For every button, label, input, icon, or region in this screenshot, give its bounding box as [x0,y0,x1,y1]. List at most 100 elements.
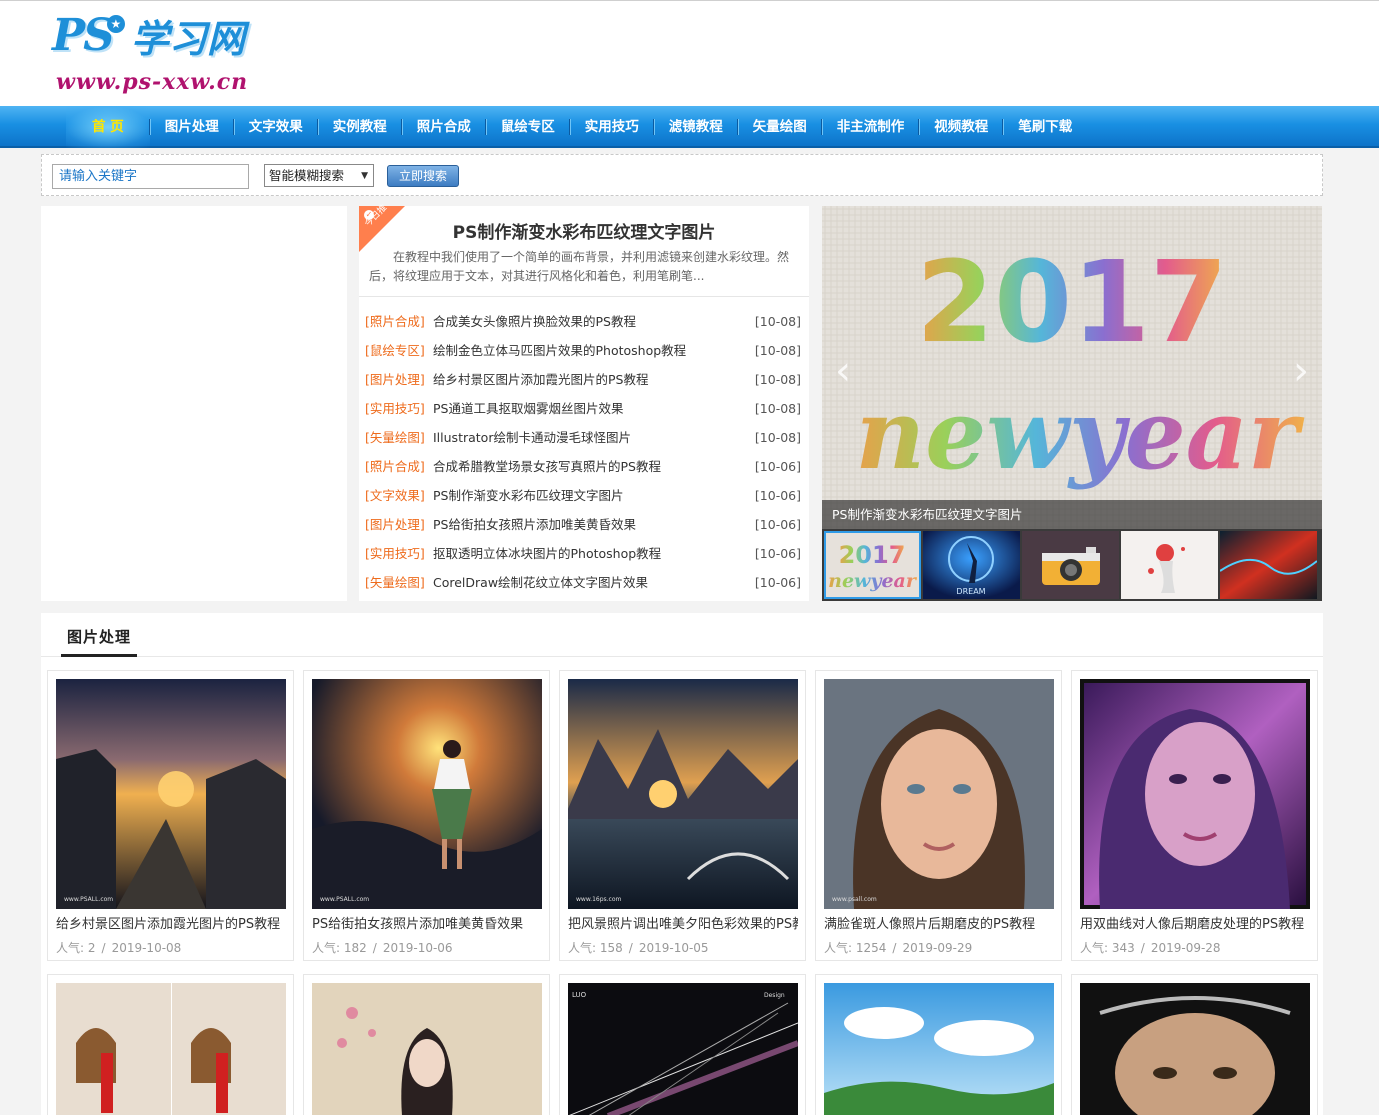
article-card[interactable] [47,974,294,1115]
card-image[interactable]: www.PSALL.com [56,679,286,909]
card-title[interactable]: 用双曲线对人像后期磨皮处理的PS教程 [1080,913,1310,932]
list-item[interactable]: [矢量绘图] CorelDraw绘制花纹立体文字图片效果 [10-06] [365,568,801,597]
views-count: 158 [599,941,623,955]
article-category[interactable]: [图片处理] [365,365,433,394]
article-date: [10-06] [754,517,801,532]
article-category[interactable]: [矢量绘图] [365,568,433,597]
slider-next-button[interactable]: › [1288,351,1314,391]
nav-item-brushes[interactable]: 笔刷下载 [1003,106,1087,148]
article-category[interactable]: [实用技巧] [365,394,433,423]
search-mode-select[interactable]: 智能模糊搜索 ▼ [264,164,374,187]
article-card[interactable]: www.PSALL.com PS给街拍女孩照片添加唯美黄昏效果 人气: 182/… [303,670,550,961]
article-card[interactable]: 用双曲线对人像后期磨皮处理的PS教程 人气: 343/2019-09-28 [1071,670,1318,961]
views-count: 1254 [855,941,887,955]
card-image[interactable]: LUO Design [568,983,798,1115]
search-input[interactable] [52,164,249,189]
article-title[interactable]: 合成美女头像照片换脸效果的PS教程 [433,307,751,336]
article-card[interactable] [815,974,1062,1115]
article-title[interactable]: 抠取透明立体冰块图片的Photoshop教程 [433,539,751,568]
list-item[interactable]: [照片合成] 合成美女头像照片换脸效果的PS教程 [10-08] [365,307,801,336]
featured-summary: 在教程中我们使用了一个简单的画布背景，并利用滤镜来创建水彩纹理。然后，将纹理应用… [369,250,790,283]
card-image[interactable]: www.psall.com [824,679,1054,909]
article-title[interactable]: CorelDraw绘制花纹立体文字图片效果 [433,568,751,597]
article-title[interactable]: PS通道工具抠取烟雾烟丝图片效果 [433,394,751,423]
card-meta: 人气: 343/2019-09-28 [1080,941,1221,955]
nav-item-filters[interactable]: 滤镜教程 [654,106,738,148]
list-item[interactable]: [实用技巧] 抠取透明立体冰块图片的Photoshop教程 [10-06] [365,539,801,568]
article-category[interactable]: [照片合成] [365,307,433,336]
nav-item-text-effects[interactable]: 文字效果 [234,106,318,148]
section-title[interactable]: 图片处理 [61,613,138,657]
nav-item-mouse-drawing[interactable]: 鼠绘专区 [486,106,570,148]
list-item[interactable]: [鼠绘专区] 绘制金色立体马匹图片效果的Photoshop教程 [10-08] [365,336,801,365]
article-category[interactable]: [实用技巧] [365,539,433,568]
article-card[interactable]: www.16ps.com 把风景照片调出唯美夕阳色彩效果的PS教程 人气: 15… [559,670,806,961]
article-category[interactable]: [鼠绘专区] [365,336,433,365]
card-watermark: www.PSALL.com [320,896,369,903]
article-category[interactable]: [文字效果] [365,481,433,510]
article-card[interactable] [303,974,550,1115]
card-image[interactable] [1080,679,1310,909]
nav-item-video[interactable]: 视频教程 [919,106,1004,148]
list-item[interactable]: [矢量绘图] Illustrator绘制卡通动漫毛球怪图片 [10-08] [365,423,801,452]
article-title[interactable]: 给乡村景区图片添加霞光图片的PS教程 [433,365,751,394]
slider-thumb-5[interactable] [1220,531,1317,599]
left-ad-box [41,206,347,601]
article-title[interactable]: PS给街拍女孩照片添加唯美黄昏效果 [433,510,751,539]
card-title[interactable]: PS给街拍女孩照片添加唯美黄昏效果 [312,913,542,932]
nav-item-compositing[interactable]: 照片合成 [402,106,486,148]
list-item[interactable]: [照片合成] 合成希腊教堂场景女孩写真照片的PS教程 [10-06] [365,452,801,481]
article-date: [10-08] [754,430,801,445]
article-date: [10-06] [754,575,801,590]
article-card[interactable]: www.PSALL.com 给乡村景区图片添加霞光图片的PS教程 人气: 2/2… [47,670,294,961]
article-title[interactable]: 合成希腊教堂场景女孩写真照片的PS教程 [433,452,751,481]
card-image[interactable] [56,983,286,1115]
card-image[interactable] [1080,983,1310,1115]
slider-thumb-4[interactable] [1121,531,1218,599]
views-label: 人气: [824,941,853,955]
nav-item-vector[interactable]: 矢量绘图 [738,106,822,148]
views-count: 2 [87,941,96,955]
article-title[interactable]: Illustrator绘制卡通动漫毛球怪图片 [433,423,751,452]
featured-title[interactable]: PS制作渐变水彩布匹纹理文字图片 [359,218,809,243]
article-title[interactable]: 绘制金色立体马匹图片效果的Photoshop教程 [433,336,751,365]
slider-prev-button[interactable]: ‹ [830,351,856,391]
nav-item-examples[interactable]: 实例教程 [318,106,402,148]
nav-item-photo-processing[interactable]: 图片处理 [150,106,234,148]
list-item[interactable]: [图片处理] 给乡村景区图片添加霞光图片的PS教程 [10-08] [365,365,801,394]
site-logo[interactable]: PS ★ 学习网 www.ps-xxw.cn [52,7,282,99]
star-icon: ★ [106,15,125,33]
search-mode-value: 智能模糊搜索 [269,168,345,183]
card-meta: 人气: 158/2019-10-05 [568,941,709,955]
list-item[interactable]: [文字效果] PS制作渐变水彩布匹纹理文字图片 [10-06] [365,481,801,510]
article-card[interactable]: LUO Design [559,974,806,1115]
slide-image[interactable]: 2017 newyear [822,206,1322,529]
views-label: 人气: [312,941,341,955]
article-title[interactable]: PS制作渐变水彩布匹纹理文字图片 [433,481,751,510]
card-image[interactable]: www.PSALL.com [312,679,542,909]
card-title[interactable]: 给乡村景区图片添加霞光图片的PS教程 [56,913,286,932]
nav-item-non-mainstream[interactable]: 非主流制作 [822,106,920,148]
card-image[interactable] [312,983,542,1115]
slider-thumb-1[interactable]: 2017 newyear [824,531,921,599]
search-button[interactable]: 立即搜索 [387,165,459,187]
article-category[interactable]: [图片处理] [365,510,433,539]
article-card[interactable]: www.psall.com 满脸雀斑人像照片后期磨皮的PS教程 人气: 1254… [815,670,1062,961]
card-date: 2019-09-28 [1150,941,1221,955]
nav-item-home[interactable]: 首 页 [66,106,150,148]
slide-caption[interactable]: PS制作渐变水彩布匹纹理文字图片 [822,500,1322,529]
card-title[interactable]: 满脸雀斑人像照片后期磨皮的PS教程 [824,913,1054,932]
article-card[interactable] [1071,974,1318,1115]
article-date: [10-08] [754,372,801,387]
slider-thumb-3[interactable] [1022,531,1119,599]
slider-thumb-2[interactable]: DREAM [923,531,1020,599]
article-category[interactable]: [矢量绘图] [365,423,433,452]
list-item[interactable]: [图片处理] PS给街拍女孩照片添加唯美黄昏效果 [10-06] [365,510,801,539]
list-item[interactable]: [实用技巧] PS通道工具抠取烟雾烟丝图片效果 [10-08] [365,394,801,423]
nav-item-tips[interactable]: 实用技巧 [570,106,654,148]
card-image[interactable] [824,983,1054,1115]
slider-thumbnails: 2017 newyear DREAM [822,529,1322,601]
card-title[interactable]: 把风景照片调出唯美夕阳色彩效果的PS教程 [568,913,798,932]
card-image[interactable]: www.16ps.com [568,679,798,909]
article-category[interactable]: [照片合成] [365,452,433,481]
